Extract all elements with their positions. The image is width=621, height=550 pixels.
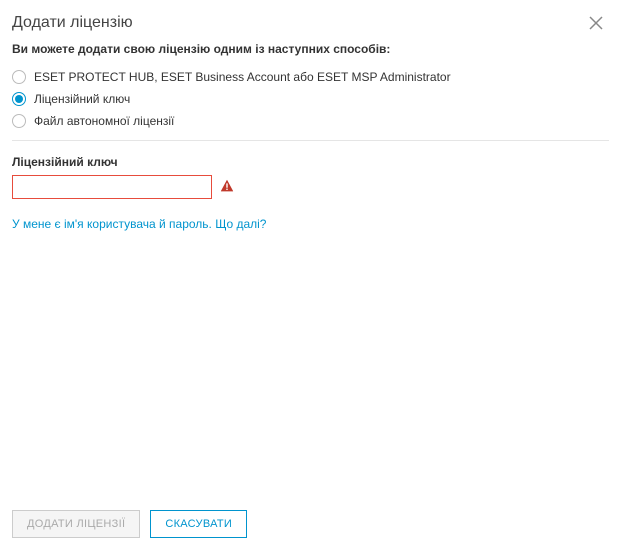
radio-icon (12, 114, 26, 128)
license-key-label: Ліцензійний ключ (12, 155, 609, 169)
warning-icon (220, 179, 234, 196)
radio-label: Файл автономної ліцензії (34, 114, 174, 128)
license-key-input[interactable] (12, 175, 212, 199)
help-link[interactable]: У мене є ім'я користувача й пароль. Що д… (12, 217, 266, 231)
radio-option-offline-file[interactable]: Файл автономної ліцензії (12, 110, 609, 132)
radio-option-hub[interactable]: ESET PROTECT HUB, ESET Business Account … (12, 66, 609, 88)
radio-option-license-key[interactable]: Ліцензійний ключ (12, 88, 609, 110)
radio-icon-selected (12, 92, 26, 106)
radio-label: ESET PROTECT HUB, ESET Business Account … (34, 70, 451, 84)
dialog-title: Додати ліцензію (12, 14, 133, 32)
dialog-footer: ДОДАТИ ЛІЦЕНЗІЇ СКАСУВАТИ (0, 498, 621, 550)
divider (12, 140, 609, 141)
add-licenses-button[interactable]: ДОДАТИ ЛІЦЕНЗІЇ (12, 510, 140, 538)
close-button[interactable] (587, 14, 605, 32)
cancel-button[interactable]: СКАСУВАТИ (150, 510, 247, 538)
close-icon (589, 16, 603, 30)
radio-icon (12, 70, 26, 84)
radio-label: Ліцензійний ключ (34, 92, 130, 106)
intro-text: Ви можете додати свою ліцензію одним із … (12, 42, 609, 56)
license-method-radio-group: ESET PROTECT HUB, ESET Business Account … (12, 66, 609, 132)
